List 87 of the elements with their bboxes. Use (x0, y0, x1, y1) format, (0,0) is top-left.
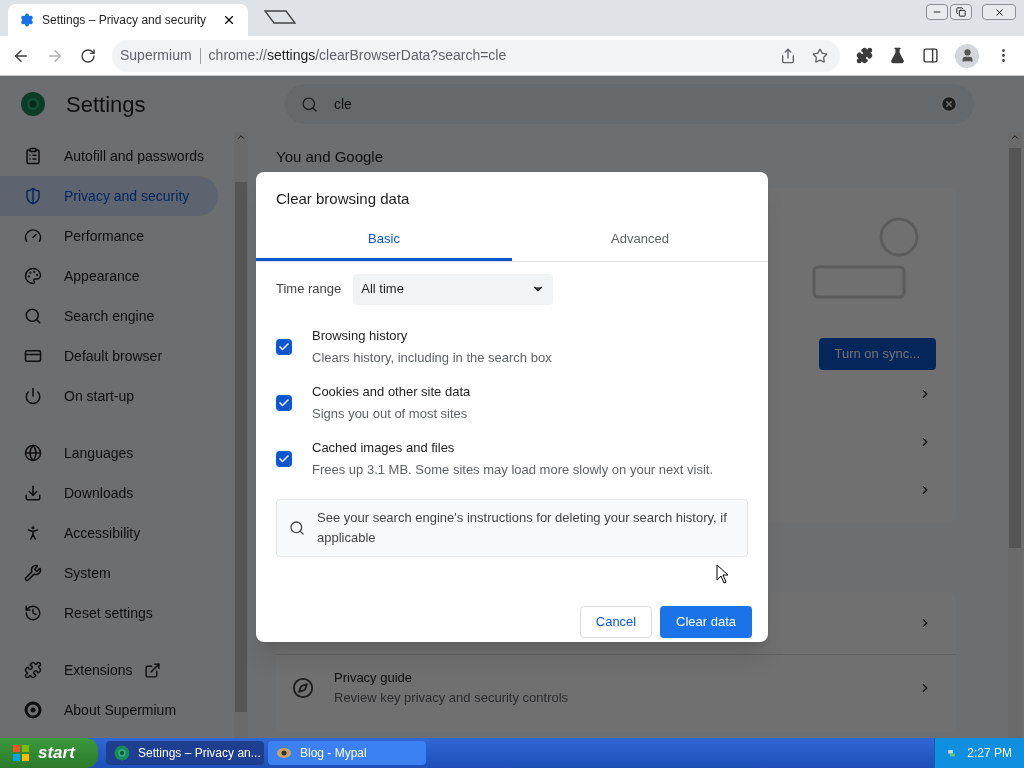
globe-icon (24, 444, 42, 462)
search-icon (24, 307, 42, 325)
sidebar-scrollbar[interactable] (234, 132, 248, 738)
turn-on-sync-button[interactable]: Turn on sync... (818, 338, 936, 370)
cancel-button[interactable]: Cancel (580, 605, 652, 638)
option-description: Clears history, including in the search box (312, 349, 552, 367)
download-icon (24, 484, 42, 502)
section-heading: You and Google (276, 148, 385, 166)
history-icon (24, 604, 42, 622)
browser-tab[interactable]: Settings – Privacy and security (8, 4, 248, 36)
sidebar-item[interactable]: Accessibility (0, 513, 218, 553)
taskbar-button[interactable]: Blog - Mypal (268, 741, 426, 765)
sidebar-item[interactable]: System (0, 553, 218, 593)
info-text: See your search engine's instructions for deleting your search history, if applicable (317, 508, 728, 547)
sidebar-item[interactable]: Privacy and security (0, 176, 218, 216)
option-title: Browsing history (312, 326, 409, 345)
browser-window-icon (24, 347, 42, 365)
address-bar[interactable]: Supermium chrome://settings/clearBrowserData?search=cle (112, 39, 840, 72)
scroll-up-icon[interactable] (1010, 132, 1020, 142)
power-icon (24, 387, 42, 405)
sidebar-item[interactable]: Reset settings (0, 593, 218, 633)
search-field[interactable]: cle (285, 84, 974, 124)
clear-search-icon[interactable] (940, 95, 958, 113)
side-panel-icon[interactable] (922, 47, 939, 64)
ring-logo-icon (24, 701, 42, 719)
browser-logo-icon (20, 91, 46, 117)
app-logo-icon (276, 745, 292, 761)
sidebar-item[interactable]: Autofill and passwords (0, 136, 218, 176)
scroll-up-icon[interactable] (236, 132, 246, 142)
option-description: Frees up 3.1 MB. Some sites may load more slowly on your next visit. (312, 461, 713, 479)
checkmark-icon (278, 396, 290, 409)
sidebar-item[interactable]: Downloads (0, 473, 218, 513)
option-description: Signs you out of most sites (312, 405, 469, 423)
dialog-tab[interactable]: Advanced (512, 220, 768, 261)
checkmark-icon (278, 340, 290, 353)
palette-icon (24, 267, 42, 285)
option-title: Cookies and other site data (312, 382, 471, 401)
sidebar-item[interactable]: On start-up (0, 376, 218, 416)
row-description: Review key privacy and security controls (334, 688, 570, 707)
clear-data-button[interactable]: Clear data (660, 605, 752, 638)
dialog-tab[interactable]: Basic (256, 220, 512, 261)
option-title: Cached images and files (312, 438, 456, 457)
wrench-icon (24, 564, 42, 582)
external-link-icon (144, 661, 162, 679)
sidebar-item[interactable]: Default browser (0, 336, 218, 376)
browser-logo-icon (114, 745, 130, 761)
close-icon (993, 6, 1005, 18)
sidebar-item[interactable]: Extensions (0, 650, 218, 690)
new-tab-icon[interactable] (264, 10, 296, 24)
flask-icon[interactable] (889, 47, 906, 64)
gauge-icon (24, 227, 42, 245)
sidebar-item[interactable]: Performance (0, 216, 218, 256)
page-scrollbar[interactable] (1008, 132, 1022, 738)
reload-icon[interactable] (80, 47, 96, 64)
checkbox[interactable] (276, 394, 292, 411)
time-range-select[interactable]: All time (353, 273, 554, 305)
settings-title: Settings (66, 90, 146, 119)
restore-icon (956, 7, 966, 17)
compass-icon (292, 676, 314, 699)
clipboard-icon (24, 147, 42, 165)
restore-button[interactable] (950, 4, 972, 20)
row-title: Privacy guide (334, 669, 414, 687)
checkmark-icon (278, 452, 290, 465)
start-button[interactable]: start (0, 738, 98, 768)
mouse-cursor-icon (716, 564, 730, 584)
close-button[interactable] (982, 4, 1016, 20)
bookmark-star-icon[interactable] (812, 47, 828, 64)
close-icon[interactable] (222, 13, 236, 27)
taskbar-button[interactable]: Settings – Privacy an... (106, 741, 264, 765)
share-icon[interactable] (780, 47, 796, 64)
search-icon (289, 519, 305, 536)
gear-icon (20, 13, 34, 27)
sidebar-item[interactable]: Search engine (0, 296, 218, 336)
clock: 2:27 PM (967, 745, 1012, 762)
profile-icon[interactable] (955, 43, 979, 68)
sidebar-item[interactable]: Appearance (0, 256, 218, 296)
sidebar-item[interactable]: Languages (0, 433, 218, 473)
extensions-icon[interactable] (856, 47, 873, 64)
puzzle-icon (24, 661, 42, 679)
sidebar-item[interactable]: About Supermium (0, 690, 218, 730)
shield-icon (24, 187, 42, 205)
time-range-label: Time range (276, 280, 342, 299)
checkbox[interactable] (276, 338, 292, 355)
checkbox[interactable] (276, 450, 292, 467)
dialog-title: Clear browsing data (276, 189, 411, 209)
windows-flag-icon (12, 744, 30, 762)
search-icon (301, 95, 318, 113)
